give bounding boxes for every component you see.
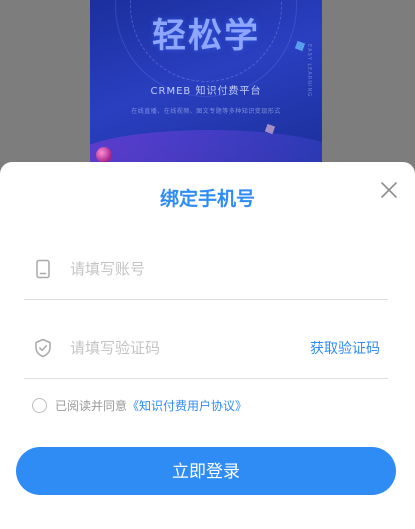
dialog-title: 绑定手机号 (159, 188, 255, 210)
poster-side-text: EASY LEARNING (306, 44, 312, 98)
poster-title: 轻松学 (152, 16, 260, 56)
bind-phone-dialog: 绑定手机号 获取验证码 已阅读并同意 《知识付费用户协议》 立即登录 (0, 162, 415, 529)
agreement-link[interactable]: 《知识付费用户协议》 (127, 397, 247, 414)
verification-code-input[interactable] (68, 335, 302, 361)
close-button[interactable] (377, 178, 401, 202)
promo-poster: 轻松学 CRMEB 知识付费平台 在线直播、在线视频、图文专题等多种知识变现形式… (90, 0, 322, 175)
shield-check-icon (35, 338, 51, 358)
agree-radio[interactable] (32, 397, 47, 413)
poster-decor-sphere (96, 147, 112, 163)
phone-icon (36, 259, 50, 279)
login-button[interactable]: 立即登录 (16, 447, 396, 495)
poster-brand: CRMEB 知识付费平台 (150, 86, 262, 97)
get-code-button[interactable]: 获取验证码 (310, 338, 380, 358)
account-field-row (24, 239, 388, 300)
close-icon (381, 182, 397, 198)
agreement-row: 已阅读并同意 《知识付费用户协议》 (32, 395, 247, 415)
account-input[interactable] (68, 256, 302, 282)
agree-prefix: 已阅读并同意 (55, 398, 128, 413)
poster-subtitle: 在线直播、在线视频、图文专题等多种知识变现形式 (131, 108, 281, 115)
code-field-row: 获取验证码 (24, 318, 388, 379)
